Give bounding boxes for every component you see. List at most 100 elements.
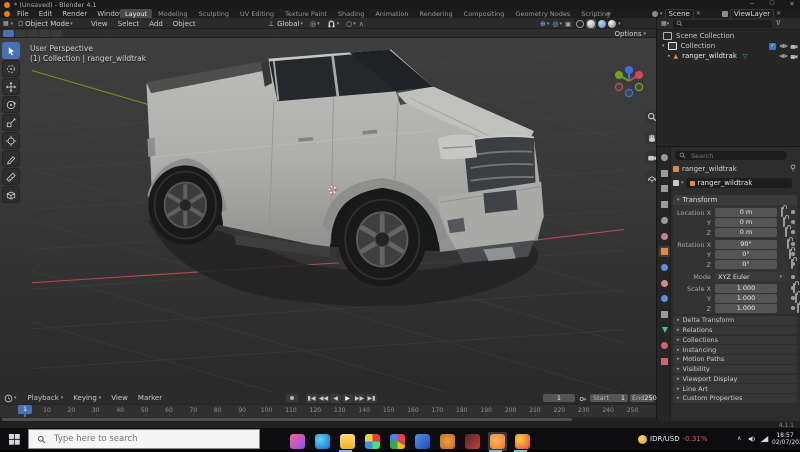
blender-menu-icon[interactable] (4, 10, 10, 17)
editor-type-icon[interactable]: ▦ (3, 20, 9, 27)
navigation-gizmo[interactable] (610, 62, 648, 100)
taskbar-app-colorful-ball-app[interactable] (513, 432, 532, 452)
close-button[interactable]: ✕ (784, 0, 800, 8)
viewport-menu-view[interactable]: View (86, 20, 113, 28)
properties-tab-world-icon[interactable] (659, 231, 670, 242)
auto-keying-button[interactable] (286, 394, 298, 402)
viewlayer-selector[interactable]: ViewLayer ✕ (722, 8, 781, 19)
end-frame-field[interactable]: End 250 (630, 393, 657, 402)
taskbar-app-chrome-browser[interactable] (388, 432, 407, 451)
section-line-art[interactable]: ▸ Line Art (673, 384, 797, 393)
section-motion-paths[interactable]: ▸ Motion Paths (673, 355, 797, 364)
lock-icon[interactable] (781, 207, 783, 217)
taskbar-app-paint-3d[interactable] (288, 432, 307, 451)
tool-cursor[interactable] (2, 60, 20, 77)
object-render-camera-icon[interactable] (790, 53, 798, 60)
section-visibility[interactable]: ▸ Visibility (673, 364, 797, 374)
viewport-canvas[interactable]: User Perspective (1) Collection | ranger… (0, 38, 656, 392)
taskbar-app-blue-app[interactable] (413, 432, 432, 451)
transform-field-y[interactable]: 0 m (715, 218, 777, 227)
select-mode-subtract-button[interactable] (27, 30, 38, 37)
keying-set-icon[interactable] (579, 395, 587, 403)
transform-field-y[interactable]: 0° (715, 250, 777, 259)
section-collections[interactable]: ▸ Collections (673, 335, 797, 344)
currency-ticker[interactable]: IDR/USD -0.31% (638, 428, 707, 450)
lock-icon[interactable] (797, 303, 799, 313)
next-keyframe-button[interactable]: ▶▶ (354, 393, 365, 403)
taskbar-app-app-grid[interactable] (363, 432, 382, 451)
options-dropdown[interactable]: Options ▾ (614, 30, 646, 38)
decorator-dot[interactable] (791, 252, 795, 256)
shading-wireframe-button[interactable] (576, 19, 585, 28)
toggle-perspective-button[interactable] (645, 171, 656, 184)
decorator-dot[interactable] (791, 306, 795, 310)
shading-material-button[interactable] (598, 19, 607, 28)
section-viewport-display[interactable]: ▸ Viewport Display (673, 374, 797, 383)
menu-edit[interactable]: Edit (34, 10, 58, 18)
object-expand-icon[interactable]: ▸ (668, 53, 671, 59)
decorator-dot[interactable] (791, 220, 795, 224)
outliner-row-collection[interactable]: ▾ Collection ✓ (657, 41, 800, 51)
orientation-dropdown[interactable]: Global ▾ (277, 20, 303, 28)
section-instancing[interactable]: ▸ Instancing (673, 345, 797, 354)
taskbar-app-file-explorer[interactable] (338, 432, 357, 452)
viewlayer-name[interactable]: ViewLayer (730, 8, 775, 19)
collection-checkbox[interactable]: ✓ (769, 42, 776, 50)
viewport-menu-object[interactable]: Object (168, 20, 201, 28)
transform-field-rotation-x[interactable]: 90° (715, 240, 777, 249)
taskbar-app-red-slash-app[interactable] (463, 432, 482, 451)
lock-icon[interactable] (787, 239, 789, 249)
tool-scale[interactable] (2, 114, 20, 131)
transform-field-z[interactable]: 1.000 (715, 304, 777, 313)
taskbar-app-blender[interactable] (488, 431, 507, 452)
properties-tab-view-layer-icon[interactable] (659, 199, 670, 210)
camera-view-button[interactable] (645, 151, 656, 164)
proportional-edit-dropdown[interactable]: ○ ▾ (346, 20, 356, 28)
workspace-tab-geometry-nodes[interactable]: Geometry Nodes (510, 9, 575, 18)
decorator-dot[interactable] (791, 242, 795, 246)
add-workspace-button[interactable]: + (606, 10, 612, 18)
pivot-dropdown[interactable]: ◎ ▾ (310, 20, 320, 28)
jump-to-start-button[interactable]: ▮◀ (306, 393, 317, 403)
filter-icon[interactable]: ∇ (776, 20, 780, 27)
select-mode-intersect-button[interactable] (51, 30, 62, 37)
play-reverse-button[interactable]: ◀ (330, 393, 341, 403)
workspace-tab-layout[interactable]: Layout (120, 9, 153, 18)
timeline-menu-marker[interactable]: Marker (133, 394, 167, 402)
decorator-dot[interactable] (791, 296, 795, 300)
properties-tab-modifiers-icon[interactable] (659, 262, 670, 273)
workspace-tab-shading[interactable]: Shading (333, 9, 369, 18)
volume-icon[interactable] (748, 435, 757, 443)
decorator-dot[interactable] (791, 210, 795, 214)
tool-rotate[interactable] (2, 96, 20, 113)
workspace-tab-compositing[interactable]: Compositing (459, 9, 510, 18)
properties-tab-object-icon[interactable] (659, 246, 670, 258)
collection-render-camera-icon[interactable] (790, 43, 798, 50)
tray-clock[interactable]: 18:57 02/07/2025 (772, 432, 800, 446)
taskbar-app-edge-browser[interactable] (313, 432, 332, 451)
show-overlays-dropdown[interactable]: ◎ ▾ (552, 20, 562, 28)
play-button[interactable]: ▶ (342, 393, 353, 403)
show-gizmo-dropdown[interactable]: ⊕ ▾ (540, 20, 549, 28)
rotation-mode-dropdown[interactable]: XYZ Euler ▾ (715, 272, 785, 281)
transform-field-z[interactable]: 0 m (715, 228, 777, 237)
decorator-dot[interactable] (791, 262, 795, 266)
transform-field-z[interactable]: 0° (715, 260, 777, 269)
scene-name[interactable]: Scene (664, 8, 694, 19)
transform-field-y[interactable]: 1.000 (715, 294, 777, 303)
tool-transform[interactable] (2, 132, 20, 149)
section-relations[interactable]: ▸ Relations (673, 325, 797, 335)
timeline-ruler[interactable]: 1 10 20 30 40 50 60 70 80 90 100 110 120 130 140 150 16… (0, 404, 656, 430)
toggle-xray-button[interactable]: ▣ (565, 20, 571, 28)
scene-selector[interactable]: ▾ Scene ✕ (652, 8, 701, 19)
start-button[interactable] (9, 434, 20, 445)
transform-section-header[interactable]: ▾ Transform (673, 195, 797, 205)
properties-tab-output-icon[interactable] (659, 183, 670, 194)
workspace-tab-animation[interactable]: Animation (370, 9, 413, 18)
object-hide-eye-icon[interactable] (779, 53, 788, 59)
properties-tab-scene-icon[interactable] (659, 215, 670, 226)
properties-tab-texture-icon[interactable] (659, 356, 670, 367)
workspace-tab-uv-editing[interactable]: UV Editing (235, 9, 279, 18)
outliner-search-box[interactable] (673, 19, 773, 28)
taskbar-search-box[interactable] (28, 429, 260, 449)
